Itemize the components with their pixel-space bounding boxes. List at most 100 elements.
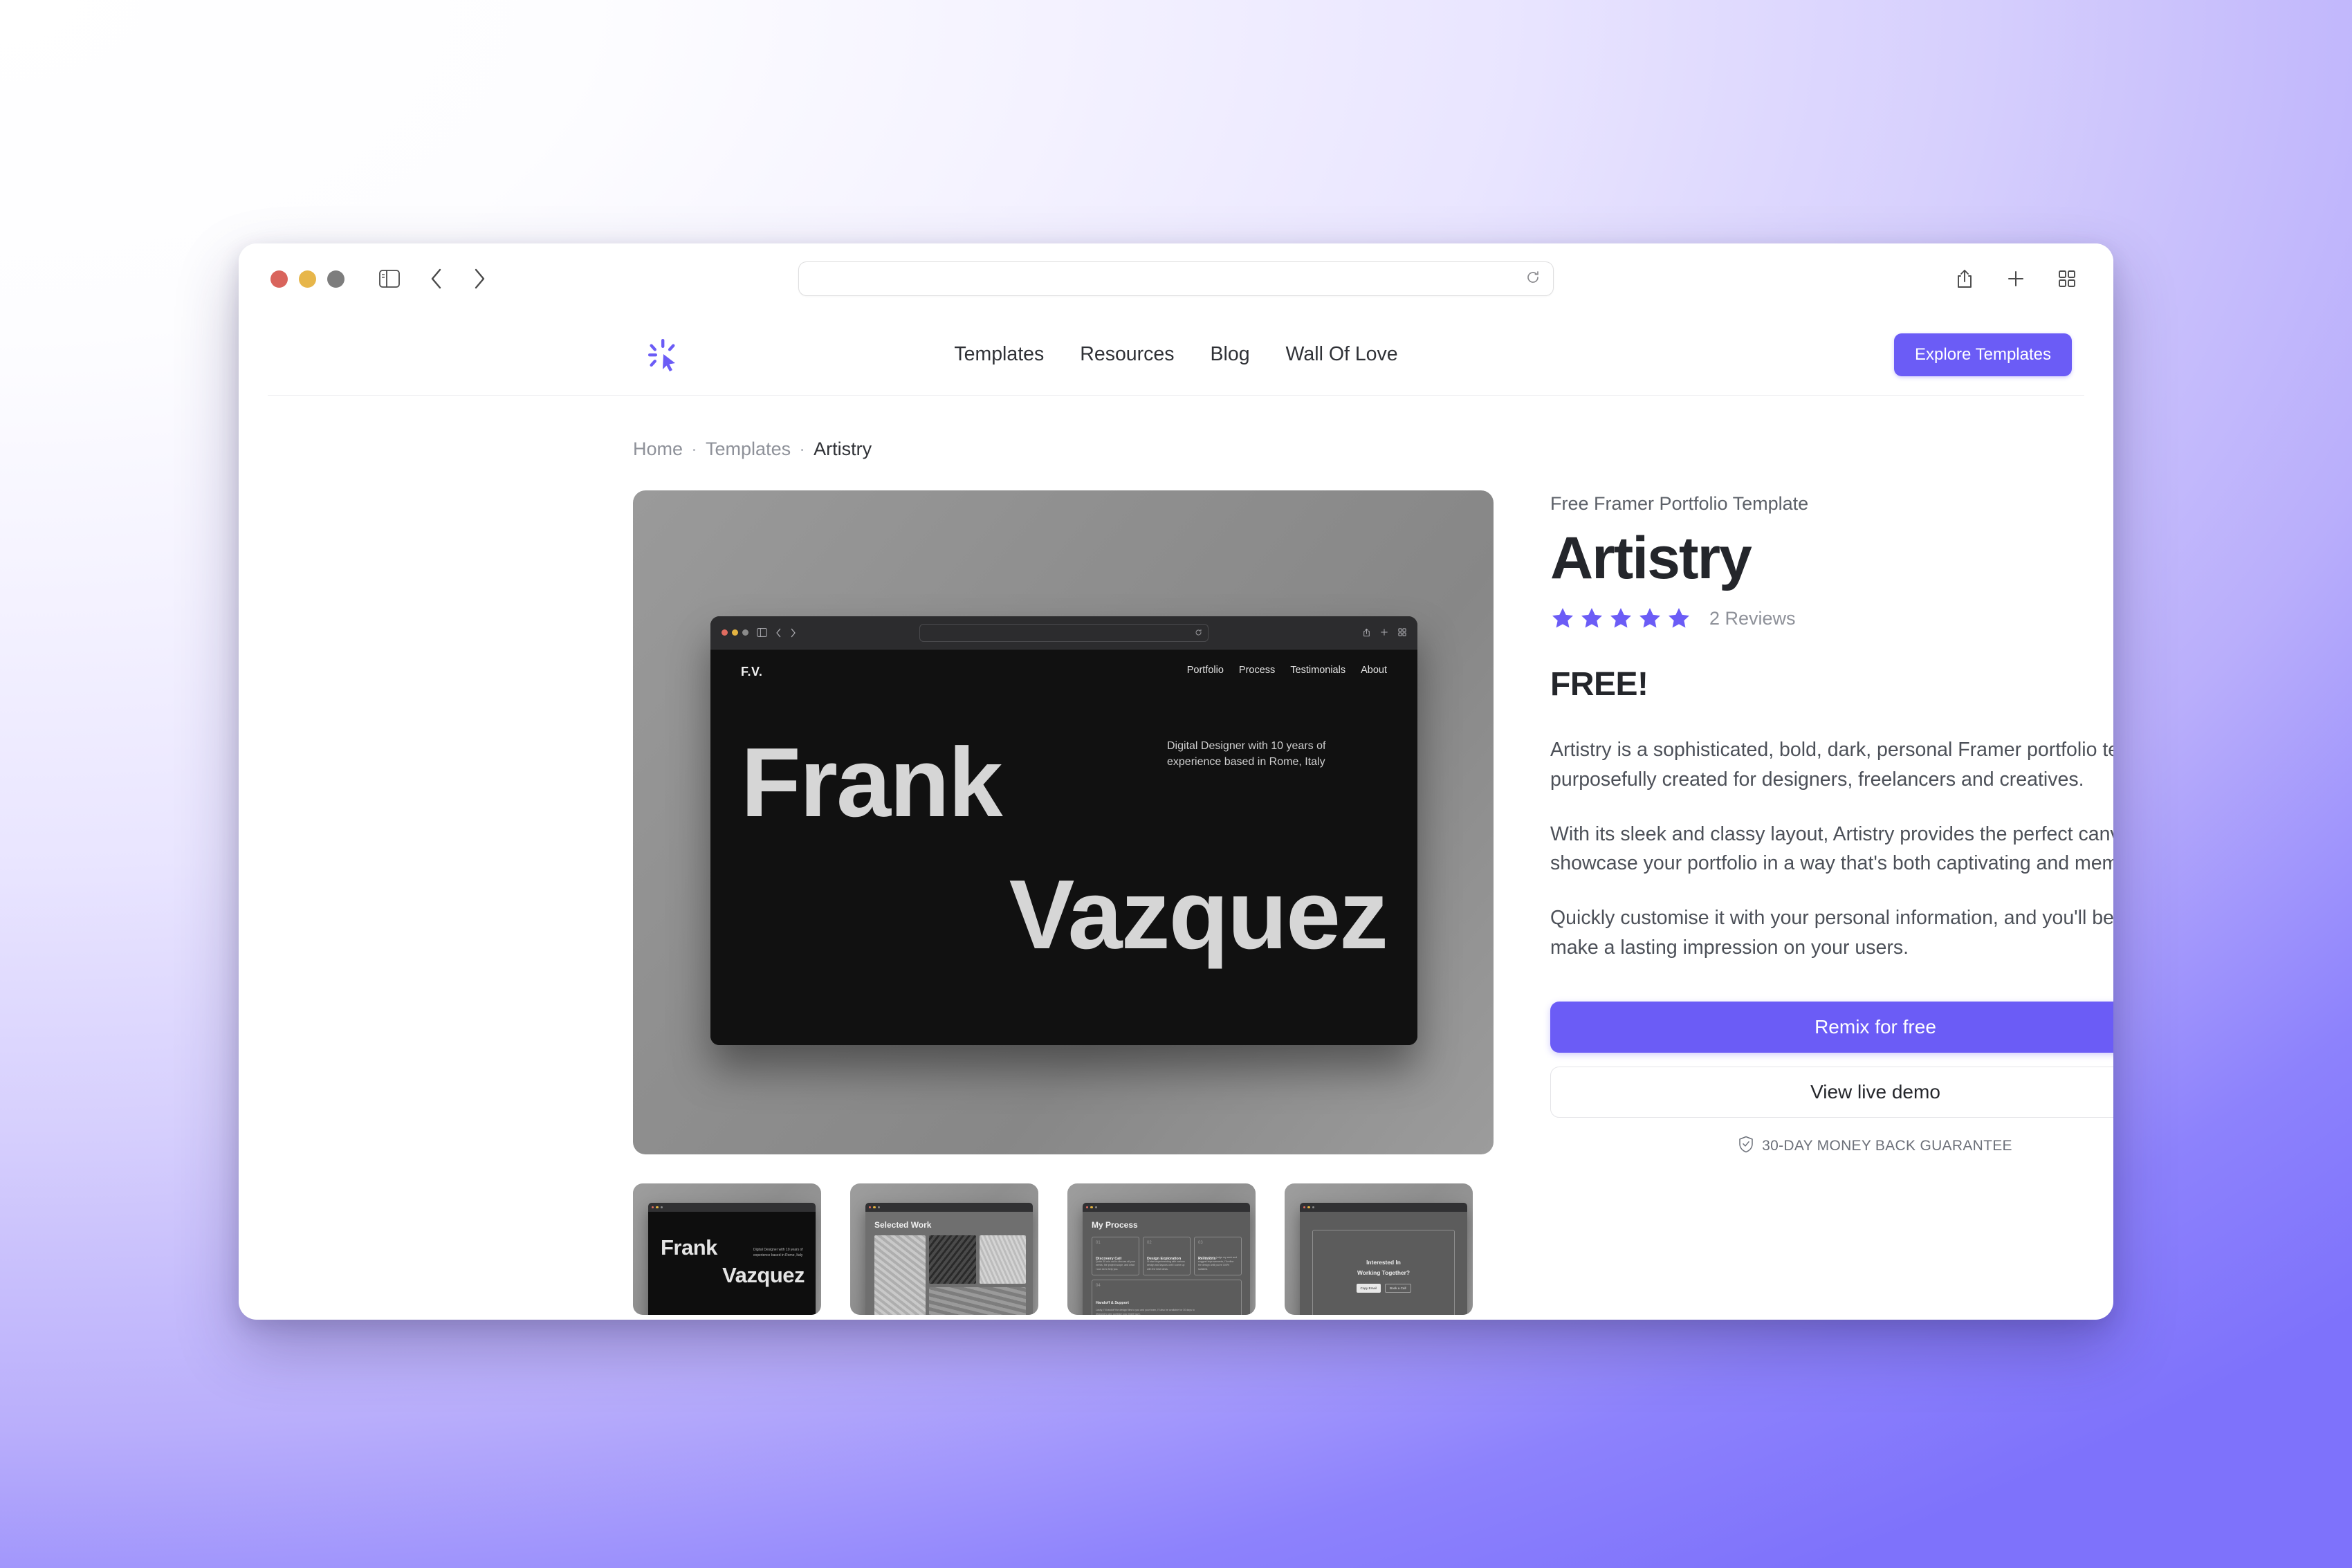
guarantee-text: 30-DAY MONEY BACK GUARANTEE xyxy=(1762,1138,2012,1154)
mockup-tab-grid-icon xyxy=(1398,628,1406,636)
cta-buttons: Copy Email Book a Call xyxy=(1356,1283,1411,1293)
thumbnail-body: My Process 01 Discovery Call Quick 30 mi… xyxy=(1083,1212,1250,1315)
step-title: Handoff & Support xyxy=(1096,1301,1129,1305)
breadcrumb-separator: · xyxy=(799,439,806,459)
price-label: FREE! xyxy=(1550,666,1648,703)
back-arrow-icon[interactable] xyxy=(421,263,452,295)
step-number: 04 xyxy=(1096,1284,1101,1288)
framer-sparkle-cursor-logo-icon[interactable] xyxy=(643,335,682,374)
mockup-address-bar xyxy=(919,623,1209,642)
work-image xyxy=(929,1287,1026,1315)
close-window-button[interactable] xyxy=(270,270,288,288)
template-detail-content: F.V. Portfolio Process Testimonials Abou… xyxy=(633,490,2113,1315)
step-number: 02 xyxy=(1147,1241,1152,1245)
mockup-sidebar-icon xyxy=(757,628,767,637)
hero-preview-image[interactable]: F.V. Portfolio Process Testimonials Abou… xyxy=(633,490,1494,1154)
description-paragraph: With its sleek and classy layout, Artist… xyxy=(1550,822,2113,875)
site-nav: Templates Resources Blog Wall Of Love xyxy=(954,343,1397,366)
thumbnail-selected-work[interactable]: Selected Work xyxy=(850,1183,1038,1315)
thumbnail-my-process[interactable]: My Process 01 Discovery Call Quick 30 mi… xyxy=(1067,1183,1256,1315)
mockup-back-icon xyxy=(775,628,782,638)
mockup-hero: Frank Vazquez xyxy=(741,734,1388,970)
page-body: Home · Templates · Artistry F.V. Portfol… xyxy=(239,439,2113,1315)
process-step: 01 Discovery Call Quick 30 min call to d… xyxy=(1092,1237,1139,1275)
mockup-tagline: Digital Designer with 10 years of experi… xyxy=(1167,740,1326,768)
thumbnail-toolbar xyxy=(1300,1203,1467,1212)
thumbnail-title: Selected Work xyxy=(874,1220,932,1230)
star-icon xyxy=(1581,608,1602,628)
forward-arrow-icon[interactable] xyxy=(463,263,495,295)
work-image xyxy=(979,1235,1026,1284)
mockup-page: F.V. Portfolio Process Testimonials Abou… xyxy=(710,649,1417,1045)
maximize-window-button[interactable] xyxy=(327,270,344,288)
step-body: I'll start experimenting with various de… xyxy=(1147,1260,1185,1271)
process-step: 04 Handoff & Support Lastly, I'll handof… xyxy=(1092,1280,1242,1315)
template-eyebrow: Free Framer Portfolio Template xyxy=(1550,493,1809,514)
mockup-nav-links: Portfolio Process Testimonials About xyxy=(1187,665,1387,676)
thumbnail-screen: Frank Vazquez Digital Designer with 10 y… xyxy=(648,1203,816,1315)
breadcrumb-templates[interactable]: Templates xyxy=(706,439,791,460)
thumbnail-body: Selected Work xyxy=(865,1212,1033,1315)
mockup-site-nav: F.V. Portfolio Process Testimonials Abou… xyxy=(710,649,1417,679)
reload-icon[interactable] xyxy=(1525,270,1541,288)
breadcrumb-home[interactable]: Home xyxy=(633,439,683,460)
breadcrumb: Home · Templates · Artistry xyxy=(633,439,2084,460)
mockup-plus-icon xyxy=(1381,629,1388,636)
thumbnail-tagline: Digital Designer with 10 years of experi… xyxy=(753,1248,803,1257)
description-paragraph: Artistry is a sophisticated, bold, dark,… xyxy=(1550,739,2113,791)
star-rating xyxy=(1550,606,1691,631)
hero-browser-mockup: F.V. Portfolio Process Testimonials Abou… xyxy=(710,616,1417,1045)
book-call-button: Book a Call xyxy=(1385,1283,1411,1293)
step-number: 01 xyxy=(1096,1241,1101,1245)
tab-grid-icon[interactable] xyxy=(2051,263,2083,295)
share-icon[interactable] xyxy=(1949,263,1981,295)
cta-line-2: Working Together? xyxy=(1357,1269,1410,1276)
mockup-forward-icon xyxy=(790,628,796,638)
sidebar-icon[interactable] xyxy=(374,263,405,295)
thumbnail-body: Interested In Working Together? Copy Ema… xyxy=(1300,1212,1467,1315)
view-live-demo-button[interactable]: View live demo xyxy=(1550,1066,2113,1118)
nav-item-resources[interactable]: Resources xyxy=(1080,343,1174,366)
guarantee-note: 30-DAY MONEY BACK GUARANTEE xyxy=(1550,1136,2113,1157)
minimize-window-button[interactable] xyxy=(299,270,316,288)
page-title: Artistry xyxy=(1550,525,1752,591)
thumbnail-screen: My Process 01 Discovery Call Quick 30 mi… xyxy=(1083,1203,1250,1315)
copy-email-button: Copy Email xyxy=(1356,1283,1381,1293)
thumbnail-hero[interactable]: Frank Vazquez Digital Designer with 10 y… xyxy=(633,1183,821,1315)
thumbnail-screen: Selected Work xyxy=(865,1203,1033,1315)
nav-item-blog[interactable]: Blog xyxy=(1211,343,1250,366)
browser-window: Templates Resources Blog Wall Of Love Ex… xyxy=(239,243,2113,1320)
mockup-logo: F.V. xyxy=(741,665,763,679)
rating: 2 Reviews xyxy=(1550,606,2113,631)
step-body: Quick 30 min call to discuss all your ne… xyxy=(1096,1260,1135,1271)
breadcrumb-current: Artistry xyxy=(814,439,872,459)
nav-item-templates[interactable]: Templates xyxy=(954,343,1044,366)
site-header: Templates Resources Blog Wall Of Love Ex… xyxy=(268,314,2084,396)
nav-item-wall-of-love[interactable]: Wall Of Love xyxy=(1286,343,1398,366)
mockup-close-dot xyxy=(722,629,728,636)
mockup-nav-process: Process xyxy=(1238,665,1276,676)
mockup-nav-portfolio: Portfolio xyxy=(1186,665,1224,676)
process-step: 02 Design Exploration I'll start experim… xyxy=(1143,1237,1191,1275)
remix-for-free-button[interactable]: Remix for free xyxy=(1550,1001,2113,1053)
step-body: You'll be able to judge my work and sugg… xyxy=(1198,1256,1238,1271)
process-step: 03 Revisions You'll be able to judge my … xyxy=(1194,1237,1242,1275)
thumbnail-contact-cta[interactable]: Interested In Working Together? Copy Ema… xyxy=(1285,1183,1473,1315)
template-details: Free Framer Portfolio Template Artistry … xyxy=(1550,490,2113,1315)
thumbnail-title: My Process xyxy=(1092,1220,1138,1230)
cta-line-1: Interested In xyxy=(1366,1259,1401,1266)
breadcrumb-separator: · xyxy=(691,439,698,459)
step-number: 03 xyxy=(1198,1241,1203,1245)
mockup-window-controls xyxy=(722,629,748,636)
address-bar[interactable] xyxy=(798,261,1554,296)
star-icon xyxy=(1669,608,1689,628)
explore-templates-button[interactable]: Explore Templates xyxy=(1894,333,2072,376)
plus-icon[interactable] xyxy=(2000,263,2032,295)
thumbnail-toolbar xyxy=(865,1203,1033,1212)
description-paragraph: Quickly customise it with your personal … xyxy=(1550,907,2113,959)
thumbnail-strip: Frank Vazquez Digital Designer with 10 y… xyxy=(633,1183,1494,1315)
mockup-headline-last: Vazquez xyxy=(1009,859,1388,970)
work-image xyxy=(929,1235,976,1284)
star-icon xyxy=(1552,608,1573,628)
reviews-count[interactable]: 2 Reviews xyxy=(1709,608,1796,629)
